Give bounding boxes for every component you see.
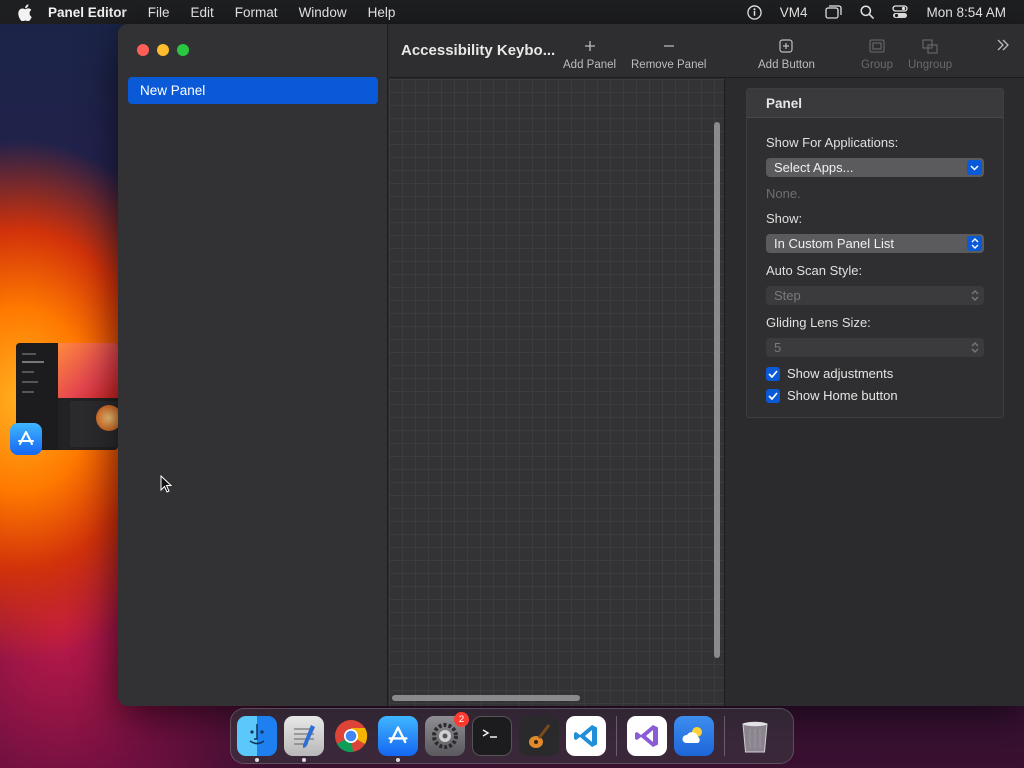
- app-store-icon[interactable]: [10, 423, 42, 455]
- up-down-chevron-icon: [967, 288, 982, 303]
- horizontal-scrollbar[interactable]: [392, 695, 580, 701]
- menu-bar: Panel Editor File Edit Format Window Hel…: [0, 0, 1024, 24]
- dock-terminal-icon[interactable]: [472, 716, 512, 756]
- thumbnail-line: [22, 353, 36, 355]
- show-adjustments-label: Show adjustments: [787, 366, 894, 381]
- plus-square-icon: [758, 36, 815, 56]
- dock-textedit-icon[interactable]: [284, 716, 324, 762]
- running-indicator: [396, 758, 400, 762]
- panel-list-item[interactable]: New Panel: [128, 77, 378, 104]
- window-controls: [137, 44, 197, 56]
- thumbnail-line: [22, 361, 44, 363]
- toolbar: Accessibility Keybo... Add Panel Remove …: [389, 24, 1024, 78]
- thumbnail-hero-image: [58, 343, 118, 398]
- thumbnail-line: [22, 391, 34, 393]
- zoom-window-button[interactable]: [177, 44, 189, 56]
- dock-vscode-icon[interactable]: [566, 716, 606, 756]
- up-down-chevron-icon: [967, 340, 982, 355]
- dock-system-settings-icon[interactable]: 2: [425, 712, 469, 756]
- dock-chrome-icon[interactable]: [331, 716, 371, 756]
- checkmark-icon: [766, 366, 780, 381]
- select-apps-popup[interactable]: Select Apps...: [766, 158, 984, 177]
- show-home-button-checkbox[interactable]: Show Home button: [766, 388, 898, 403]
- lens-size-value: 5: [774, 340, 782, 355]
- add-panel-button[interactable]: Add Panel: [563, 36, 616, 71]
- dock-weather-icon[interactable]: [674, 716, 714, 756]
- ungroup-icon: [908, 36, 952, 56]
- thumbnail-food-image: [96, 405, 118, 431]
- inspector-pane: Panel Show For Applications: Select Apps…: [726, 79, 1024, 706]
- add-panel-label: Add Panel: [563, 59, 617, 71]
- dock-garageband-icon[interactable]: [519, 716, 559, 756]
- dock-visual-studio-icon[interactable]: [627, 716, 667, 756]
- show-label: Show:: [766, 211, 803, 226]
- plus-icon: [563, 36, 616, 56]
- spotlight-search-icon[interactable]: [860, 5, 875, 19]
- menu-help[interactable]: Help: [368, 5, 396, 20]
- vm-status[interactable]: VM4: [780, 5, 808, 20]
- chevron-down-icon: [967, 160, 982, 175]
- add-button-button[interactable]: Add Button: [758, 36, 815, 71]
- window-switcher-icon[interactable]: [825, 5, 843, 19]
- auto-scan-popup[interactable]: Step: [766, 286, 984, 305]
- control-center-icon[interactable]: [892, 5, 909, 19]
- running-indicator: [302, 758, 306, 762]
- running-indicator: [255, 758, 259, 762]
- thumbnail-line: [22, 381, 38, 383]
- inspector-header: Panel: [747, 89, 1003, 118]
- show-value: In Custom Panel List: [774, 236, 894, 251]
- panel-editor-window: New Panel Accessibility Keybo... Add Pan…: [118, 24, 1024, 706]
- apps-hint: None.: [766, 186, 801, 201]
- add-button-label: Add Button: [758, 59, 815, 71]
- apple-menu-icon[interactable]: [18, 3, 34, 21]
- accessibility-status-icon[interactable]: [746, 4, 762, 20]
- menu-format[interactable]: Format: [235, 5, 278, 20]
- show-popup[interactable]: In Custom Panel List: [766, 234, 984, 253]
- thumbnail-line: [22, 371, 34, 373]
- lens-size-label: Gliding Lens Size:: [766, 315, 871, 330]
- auto-scan-value: Step: [774, 288, 801, 303]
- settings-notification-badge: 2: [454, 712, 469, 727]
- menu-edit[interactable]: Edit: [191, 5, 214, 20]
- window-title: Accessibility Keybo...: [401, 42, 556, 59]
- minimize-window-button[interactable]: [157, 44, 169, 56]
- vertical-scrollbar[interactable]: [714, 122, 720, 658]
- panel-list-item-label: New Panel: [140, 83, 206, 98]
- group-button[interactable]: Group: [861, 36, 893, 71]
- menu-app-name[interactable]: Panel Editor: [48, 5, 127, 20]
- ungroup-label: Ungroup: [908, 59, 953, 71]
- close-window-button[interactable]: [137, 44, 149, 56]
- minus-icon: [631, 36, 706, 56]
- ungroup-button[interactable]: Ungroup: [908, 36, 952, 71]
- remove-panel-label: Remove Panel: [631, 59, 707, 71]
- remove-panel-button[interactable]: Remove Panel: [631, 36, 706, 71]
- dock-separator: [724, 716, 725, 756]
- group-label: Group: [861, 59, 893, 71]
- menu-window[interactable]: Window: [299, 5, 347, 20]
- checkmark-icon: [766, 388, 780, 403]
- lens-size-stepper[interactable]: 5: [766, 338, 984, 357]
- mouse-cursor-icon: [160, 474, 173, 496]
- group-icon: [861, 36, 893, 56]
- panel-canvas[interactable]: [389, 79, 725, 706]
- dock-trash-icon[interactable]: [735, 716, 775, 756]
- menu-file[interactable]: File: [148, 5, 170, 20]
- show-adjustments-checkbox[interactable]: Show adjustments: [766, 366, 893, 381]
- sidebar: New Panel: [118, 24, 388, 706]
- show-home-button-label: Show Home button: [787, 388, 898, 403]
- panel-list: New Panel: [128, 77, 378, 104]
- dock: 2: [230, 708, 794, 764]
- panel-inspector: Panel Show For Applications: Select Apps…: [746, 88, 1004, 418]
- dock-separator: [616, 716, 617, 756]
- show-for-apps-label: Show For Applications:: [766, 135, 899, 150]
- dock-app-store-icon[interactable]: [378, 716, 418, 762]
- select-apps-value: Select Apps...: [774, 160, 854, 175]
- up-down-chevron-icon: [967, 236, 982, 251]
- dock-finder-icon[interactable]: [237, 716, 277, 762]
- menu-clock[interactable]: Mon 8:54 AM: [926, 5, 1006, 20]
- toolbar-overflow-icon[interactable]: [996, 38, 1010, 55]
- auto-scan-label: Auto Scan Style:: [766, 263, 863, 278]
